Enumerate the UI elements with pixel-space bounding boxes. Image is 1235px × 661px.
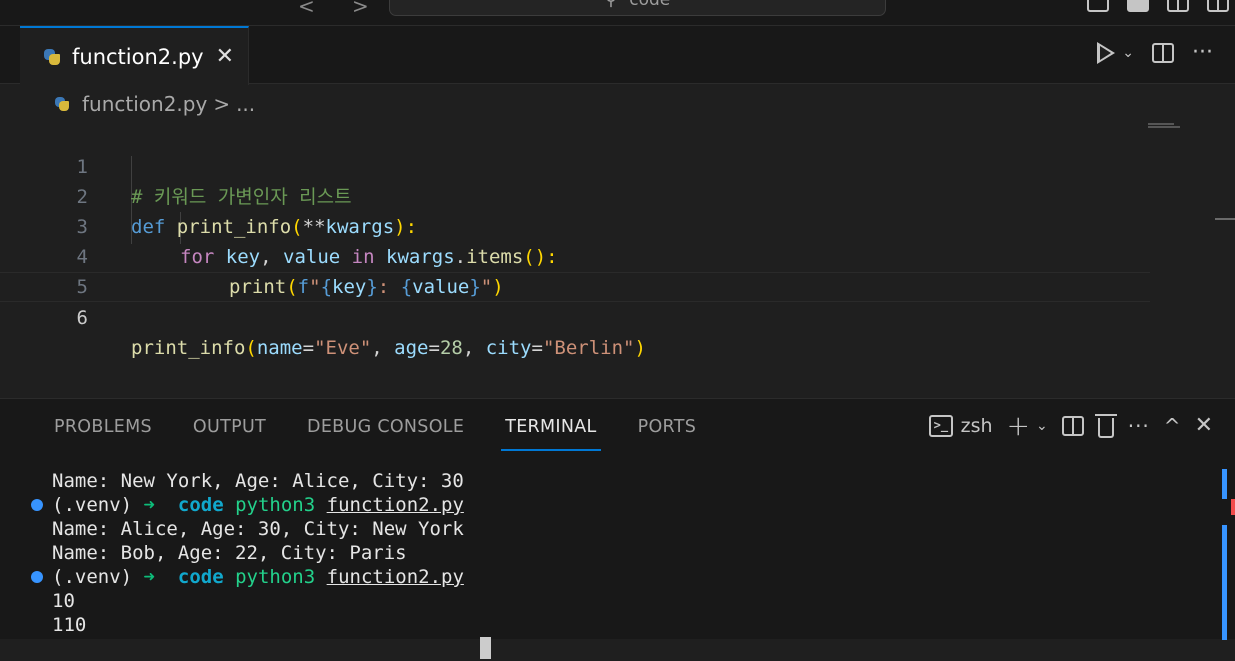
python-file-icon <box>54 96 70 112</box>
close-tab-icon[interactable]: ✕ <box>216 44 234 69</box>
line-number-active: 6 <box>76 307 88 329</box>
bracket: ) <box>634 337 646 359</box>
string: "Berlin" <box>542 337 635 359</box>
prompt-venv: (.venv) <box>52 494 133 516</box>
terminal-scrollbar-thumb[interactable] <box>1222 525 1227 640</box>
split-editor-icon[interactable] <box>1152 42 1175 63</box>
code-line-2[interactable]: 2 def print_info(**kwargs): <box>0 152 1150 238</box>
command: python3 <box>235 494 316 516</box>
operator: = <box>302 337 315 359</box>
kill-terminal-trash-icon[interactable] <box>1094 413 1117 438</box>
terminal-line: 10 <box>52 590 75 612</box>
terminal-prompt-line: (.venv) ➜ code python3 function2.py <box>52 493 464 517</box>
keyword-arg: age <box>394 337 429 359</box>
command-status-dot-icon[interactable] <box>31 499 43 511</box>
command: python3 <box>235 566 316 588</box>
keyword-arg: name <box>256 337 303 359</box>
editor-scrollbar-marker <box>1215 218 1235 220</box>
terminal-line: Name: Bob, Age: 22, City: Paris <box>52 542 407 564</box>
command-center-search[interactable]: ⚲ code <box>389 0 886 16</box>
breadcrumb-more[interactable]: ... <box>236 92 255 116</box>
split-terminal-icon[interactable] <box>1061 415 1084 436</box>
panel-tabs: PROBLEMS OUTPUT DEBUG CONSOLE TERMINAL P… <box>54 399 696 454</box>
tab-label: function2.py <box>72 44 204 69</box>
terminal-line: Name: New York, Age: Alice, City: 30 <box>52 470 464 492</box>
prompt-venv: (.venv) <box>52 566 133 588</box>
new-terminal-plus-icon[interactable]: + <box>1007 411 1030 439</box>
bracket: ( <box>245 337 257 359</box>
terminal-line: 110 <box>52 614 87 636</box>
terminal-cursor <box>480 637 491 661</box>
forward-arrow-icon[interactable]: > <box>352 0 369 18</box>
tab-ports[interactable]: PORTS <box>638 399 697 454</box>
terminal-prompt-line: (.venv) ➜ code python3 function2.py <box>52 565 464 589</box>
panel-actions: >_ zsh + ⌄ ··· ^ ✕ <box>928 411 1213 439</box>
prompt-dir: code <box>177 494 224 516</box>
back-arrow-icon[interactable]: < <box>298 0 315 18</box>
code-line-4[interactable]: 4 print(f"{key}: {value}") <box>0 212 1150 298</box>
terminal-scrollbar-marker <box>1222 469 1227 499</box>
punctuation: , <box>462 337 486 359</box>
editor-tab-bar: function2.py ✕ ⌄ ··· <box>0 26 1235 85</box>
code-line-1[interactable]: 1 # 키워드 가변인자 리스트 <box>0 122 1150 208</box>
run-options-chevron-down-icon[interactable]: ⌄ <box>1122 45 1134 61</box>
terminal-profiles-chevron-down-icon[interactable]: ⌄ <box>1036 418 1048 434</box>
minimap[interactable] <box>1148 123 1180 129</box>
toggle-primary-sidebar-icon[interactable] <box>1087 0 1109 12</box>
editor-tab-function2[interactable]: function2.py ✕ <box>20 26 249 85</box>
maximize-panel-chevron-up-icon[interactable]: ^ <box>1164 414 1181 438</box>
shell-label[interactable]: zsh <box>961 415 993 437</box>
keyword-arg: city <box>485 337 532 359</box>
number: 28 <box>439 337 463 359</box>
code-line-5[interactable]: 5 <box>0 242 1150 298</box>
command-file-link[interactable]: function2.py <box>327 566 464 588</box>
operator: = <box>531 337 543 359</box>
search-icon: ⚲ <box>604 0 618 10</box>
chevron-right-icon: > <box>213 92 231 116</box>
terminal-line: Name: Alice, Age: 30, City: New York <box>52 518 464 540</box>
close-panel-icon[interactable]: ✕ <box>1195 413 1213 438</box>
function-name: print_info <box>131 337 246 359</box>
tab-debug-console[interactable]: DEBUG CONSOLE <box>307 399 464 454</box>
title-bar: < > ⚲ code <box>0 0 1235 26</box>
code-line-3[interactable]: 3 for key, value in kwargs.items(): <box>0 182 1150 268</box>
prompt-arrow-icon: ➜ <box>143 566 155 588</box>
breadcrumb-file[interactable]: function2.py <box>82 92 207 116</box>
customize-layout-icon[interactable] <box>1207 0 1229 12</box>
prompt-arrow-icon: ➜ <box>143 494 155 516</box>
search-text: code <box>629 0 671 10</box>
bottom-panel: PROBLEMS OUTPUT DEBUG CONSOLE TERMINAL P… <box>0 398 1235 659</box>
python-file-icon <box>43 48 61 66</box>
string: "Eve" <box>314 337 372 359</box>
more-actions-icon[interactable]: ··· <box>1192 40 1213 65</box>
layout-controls <box>1087 0 1229 12</box>
prompt-dir: code <box>177 566 224 588</box>
toggle-panel-icon[interactable] <box>1127 0 1149 12</box>
command-file-link[interactable]: function2.py <box>327 494 464 516</box>
breadcrumb: function2.py > ... <box>54 90 255 118</box>
code-line-6[interactable]: 6 print_info(name="Eve", age=28, city="B… <box>0 272 1150 359</box>
run-python-file-icon[interactable] <box>1097 41 1116 64</box>
tab-output[interactable]: OUTPUT <box>193 399 266 454</box>
editor-actions: ⌄ ··· <box>1097 40 1213 65</box>
punctuation: , <box>371 337 395 359</box>
terminal-icon: >_ <box>928 414 953 437</box>
tab-terminal[interactable]: TERMINAL <box>501 399 602 454</box>
toggle-secondary-sidebar-icon[interactable] <box>1167 0 1189 12</box>
operator: = <box>428 337 440 359</box>
terminal-error-marker <box>1231 499 1235 515</box>
command-status-dot-icon[interactable] <box>31 571 43 583</box>
tab-problems[interactable]: PROBLEMS <box>54 399 152 454</box>
code-editor[interactable]: 1 # 키워드 가변인자 리스트 2 def print_info(**kwar… <box>0 120 1235 398</box>
more-actions-icon[interactable]: ··· <box>1128 414 1150 438</box>
